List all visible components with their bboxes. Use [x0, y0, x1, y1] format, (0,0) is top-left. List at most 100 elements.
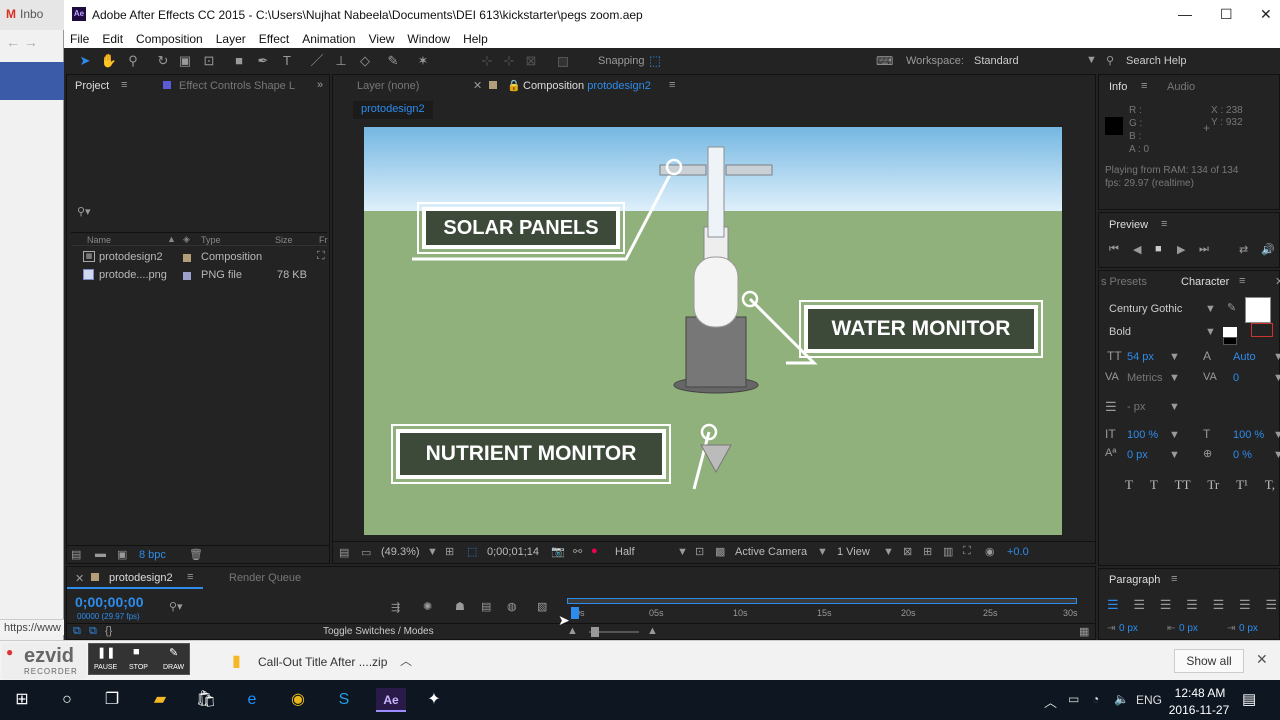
indent-left-value[interactable]: 0 px [1119, 623, 1138, 634]
axis-world-icon[interactable]: ⊹ [500, 52, 518, 70]
eraser-tool-icon[interactable]: ◇ [356, 52, 374, 70]
chevron-down-icon[interactable]: ▼ [1169, 429, 1180, 441]
camera-tool-icon[interactable]: ▣ [176, 52, 194, 70]
zoom-in-icon[interactable]: ▲ [647, 625, 658, 637]
flowchart-icon[interactable]: ⛶ [317, 250, 325, 263]
snapping-checkbox[interactable] [558, 57, 568, 67]
first-frame-icon[interactable]: ⏮ [1109, 243, 1119, 256]
edge-icon[interactable]: e [240, 688, 264, 712]
color-channels-icon[interactable]: ● [591, 545, 598, 557]
menu-help[interactable]: Help [463, 32, 488, 46]
layer-switches-icon[interactable]: ⧉ [73, 625, 81, 638]
item-label-color[interactable] [183, 254, 191, 262]
pencil-icon[interactable]: ✎ [169, 646, 178, 659]
stop-icon[interactable]: ■ [133, 646, 140, 658]
column-size[interactable]: Size [275, 235, 293, 245]
chevron-down-icon[interactable]: ▼ [677, 546, 688, 558]
align-center-icon[interactable]: ☰ [1133, 597, 1145, 613]
timeline-current-time[interactable]: 0;00;00;00 [75, 594, 144, 610]
composition-canvas[interactable]: SOLAR PANELS WATER MONITOR NUTRIENT MONI… [364, 127, 1062, 535]
tracking-value[interactable]: 0 [1233, 372, 1239, 384]
last-frame-icon[interactable]: ⏭ [1199, 243, 1209, 256]
transparency-grid-icon[interactable]: ▩ [715, 545, 725, 558]
task-view-icon[interactable]: ❐ [100, 688, 124, 712]
panel-menu-icon[interactable]: ≡ [1141, 80, 1147, 92]
tab-project[interactable]: Project [75, 80, 109, 92]
frame-blending-icon[interactable]: ▤ [481, 600, 491, 613]
new-folder-icon[interactable]: ▬ [95, 548, 106, 560]
justify-left-icon[interactable]: ☰ [1186, 597, 1198, 613]
menu-edit[interactable]: Edit [102, 32, 123, 46]
next-frame-icon[interactable]: ▶ [1177, 243, 1185, 256]
playhead[interactable] [571, 607, 579, 619]
stop-icon[interactable]: ■ [1155, 243, 1162, 255]
lock-icon[interactable]: 🔒 [507, 79, 521, 92]
panel-menu-icon[interactable]: ≡ [121, 79, 127, 91]
trash-icon[interactable]: 🗑 [189, 548, 203, 561]
chevron-down-icon[interactable]: ▼ [1169, 401, 1180, 413]
previous-frame-icon[interactable]: ◀ [1133, 243, 1141, 256]
menu-layer[interactable]: Layer [216, 32, 246, 46]
safe-zones-icon[interactable]: ⊞ [445, 545, 454, 558]
pen-tool-icon[interactable]: ✒ [254, 52, 272, 70]
toggle-pixel-aspect-icon[interactable]: ⊠ [903, 545, 912, 558]
column-name[interactable]: Name [87, 235, 111, 245]
close-icon[interactable]: ✕ [1256, 651, 1268, 668]
battery-icon[interactable]: ▭ [1068, 692, 1079, 706]
chevron-down-icon[interactable]: ▼ [1086, 54, 1097, 66]
menu-composition[interactable]: Composition [136, 32, 203, 46]
tab-character[interactable]: Character [1181, 276, 1229, 288]
menu-file[interactable]: File [70, 32, 89, 46]
flowchart-icon[interactable]: ⛶ [963, 545, 971, 558]
rotate-tool-icon[interactable]: ↻ [154, 52, 172, 70]
tab-preview[interactable]: Preview [1109, 219, 1148, 231]
pause-icon[interactable]: ❚❚ [97, 646, 115, 659]
browser-tab[interactable]: M Inbo [0, 0, 64, 30]
work-area-bar[interactable] [567, 598, 1077, 604]
tsume-value[interactable]: 0 % [1233, 449, 1252, 461]
resize-handle-icon[interactable]: ▦ [1079, 625, 1089, 638]
loop-icon[interactable]: ⇄ [1239, 243, 1248, 256]
maximize-icon[interactable]: ☐ [1220, 6, 1233, 23]
all-caps-button[interactable]: TT [1175, 477, 1191, 493]
show-hidden-icons-icon[interactable]: ︿ [1044, 692, 1057, 711]
panel-menu-icon[interactable]: ≡ [1239, 275, 1245, 287]
water-monitor-callout[interactable]: WATER MONITOR [799, 300, 1043, 358]
menu-window[interactable]: Window [407, 32, 450, 46]
hand-tool-icon[interactable]: ✋ [100, 52, 118, 70]
stroke-color-swatch[interactable] [1251, 323, 1273, 337]
current-time-display[interactable]: 0;00;01;14 [487, 546, 539, 558]
fill-color-swatch[interactable] [1245, 297, 1271, 323]
nutrient-monitor-callout[interactable]: NUTRIENT MONITOR [391, 424, 671, 484]
graph-editor-icon[interactable]: ▧ [537, 600, 547, 613]
clock-time[interactable]: 12:48 AM [1172, 686, 1228, 700]
search-help-input[interactable]: Search Help [1126, 55, 1187, 67]
panel-menu-icon[interactable]: ≡ [1171, 573, 1177, 585]
fast-previews-icon[interactable]: ⊞ [923, 545, 932, 558]
wifi-icon[interactable]: ◔ [1092, 692, 1099, 706]
chevron-down-icon[interactable]: ▼ [1169, 449, 1180, 461]
rectangle-tool-icon[interactable]: ■ [230, 52, 248, 70]
show-snapshot-icon[interactable]: ⚯ [573, 545, 582, 558]
subscript-button[interactable]: T, [1265, 477, 1275, 493]
kerning-value[interactable]: Metrics [1127, 372, 1162, 384]
vertical-scale-value[interactable]: 100 % [1127, 429, 1158, 441]
show-all-button[interactable]: Show all [1174, 649, 1244, 673]
menu-view[interactable]: View [369, 32, 395, 46]
eyedropper-icon[interactable]: ✎ [1227, 301, 1236, 314]
axis-local-icon[interactable]: ⊹ [478, 52, 496, 70]
camera-select[interactable]: Active Camera [735, 546, 807, 558]
brush-tool-icon[interactable]: ／ [308, 52, 326, 70]
back-forward-icon[interactable]: ← → [6, 34, 38, 50]
comp-mini-flowchart-icon[interactable]: ⇶ [391, 601, 400, 614]
close-icon[interactable]: ✕ [1260, 6, 1272, 23]
chrome-icon[interactable]: ◉ [286, 688, 310, 712]
chevron-down-icon[interactable]: ▼ [1273, 372, 1280, 384]
tab-timeline-comp[interactable]: ✕ protodesign2 ≡ [67, 567, 203, 589]
sort-arrow-icon[interactable]: ▲ [167, 234, 176, 244]
project-search-icon[interactable]: ⚲▾ [77, 205, 91, 218]
font-family-select[interactable]: Century Gothic [1109, 303, 1182, 315]
label-tag-icon[interactable]: ◈ [183, 234, 190, 245]
ezvid-draw-label[interactable]: DRAW [163, 664, 184, 671]
chevron-down-icon[interactable]: ▼ [817, 546, 828, 558]
